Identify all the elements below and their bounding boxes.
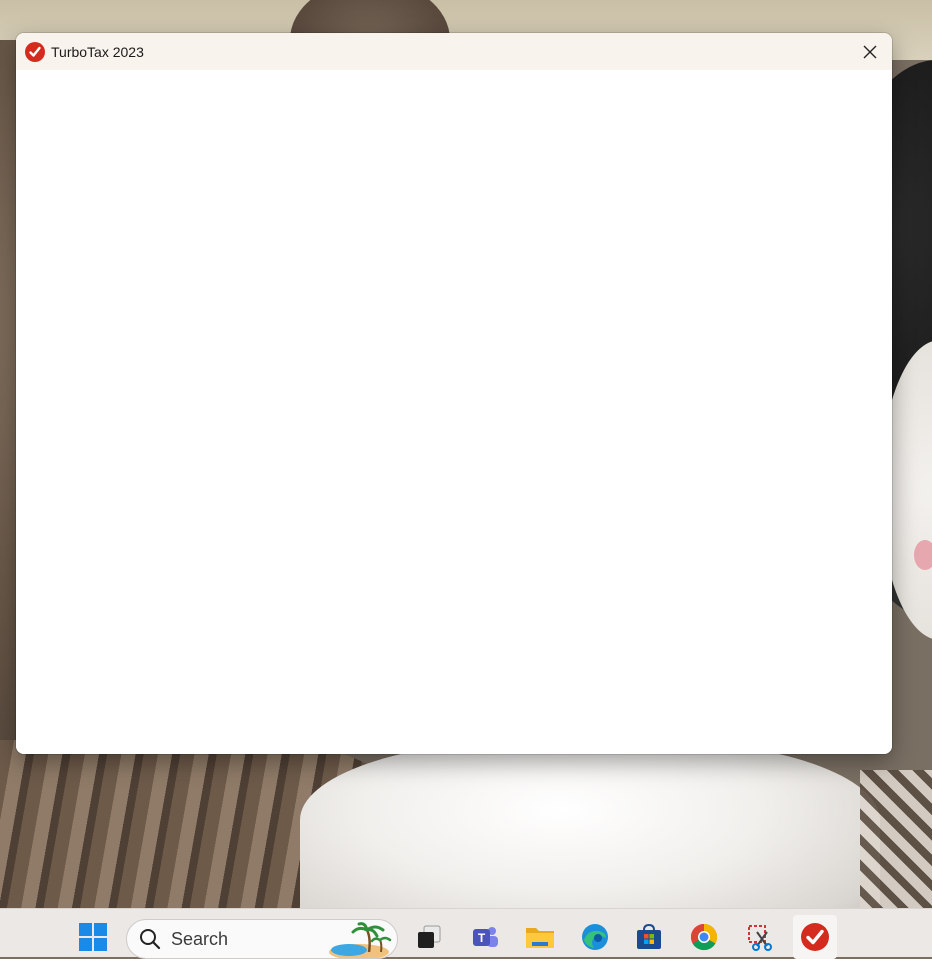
chrome-button[interactable]: [682, 915, 726, 959]
search-icon: [140, 929, 161, 950]
file-explorer-button[interactable]: [518, 915, 562, 959]
window-titlebar[interactable]: TurboTax 2023: [16, 33, 892, 70]
snipping-tool-icon: [748, 925, 772, 951]
window-content: [16, 70, 892, 754]
window-title: TurboTax 2023: [51, 43, 144, 60]
edge-button[interactable]: [573, 915, 617, 959]
snipping-tool-button[interactable]: [738, 915, 782, 959]
teams-button[interactable]: T: [463, 915, 507, 959]
taskbar: Search T: [0, 908, 932, 959]
task-view-icon: [418, 925, 441, 948]
start-button[interactable]: [71, 915, 115, 959]
taskbar-search-box[interactable]: Search: [126, 919, 398, 959]
store-icon: [637, 923, 661, 949]
chrome-icon: [690, 923, 718, 951]
turbotax-window: TurboTax 2023: [16, 33, 892, 754]
edge-icon: [582, 924, 608, 950]
turbotax-check-icon: [801, 923, 829, 951]
teams-icon: T: [473, 927, 498, 947]
folder-icon: [526, 928, 554, 948]
windows-logo-icon: [79, 923, 107, 951]
turbotax-taskbar-button[interactable]: [793, 915, 837, 959]
search-placeholder: Search: [171, 928, 229, 949]
turbotax-check-icon: [25, 41, 45, 62]
close-button[interactable]: [848, 33, 892, 70]
microsoft-store-button[interactable]: [627, 915, 671, 959]
task-view-button[interactable]: [407, 915, 451, 959]
svg-text:T: T: [478, 931, 486, 945]
beach-icon: [329, 922, 392, 958]
close-icon: [863, 45, 877, 58]
